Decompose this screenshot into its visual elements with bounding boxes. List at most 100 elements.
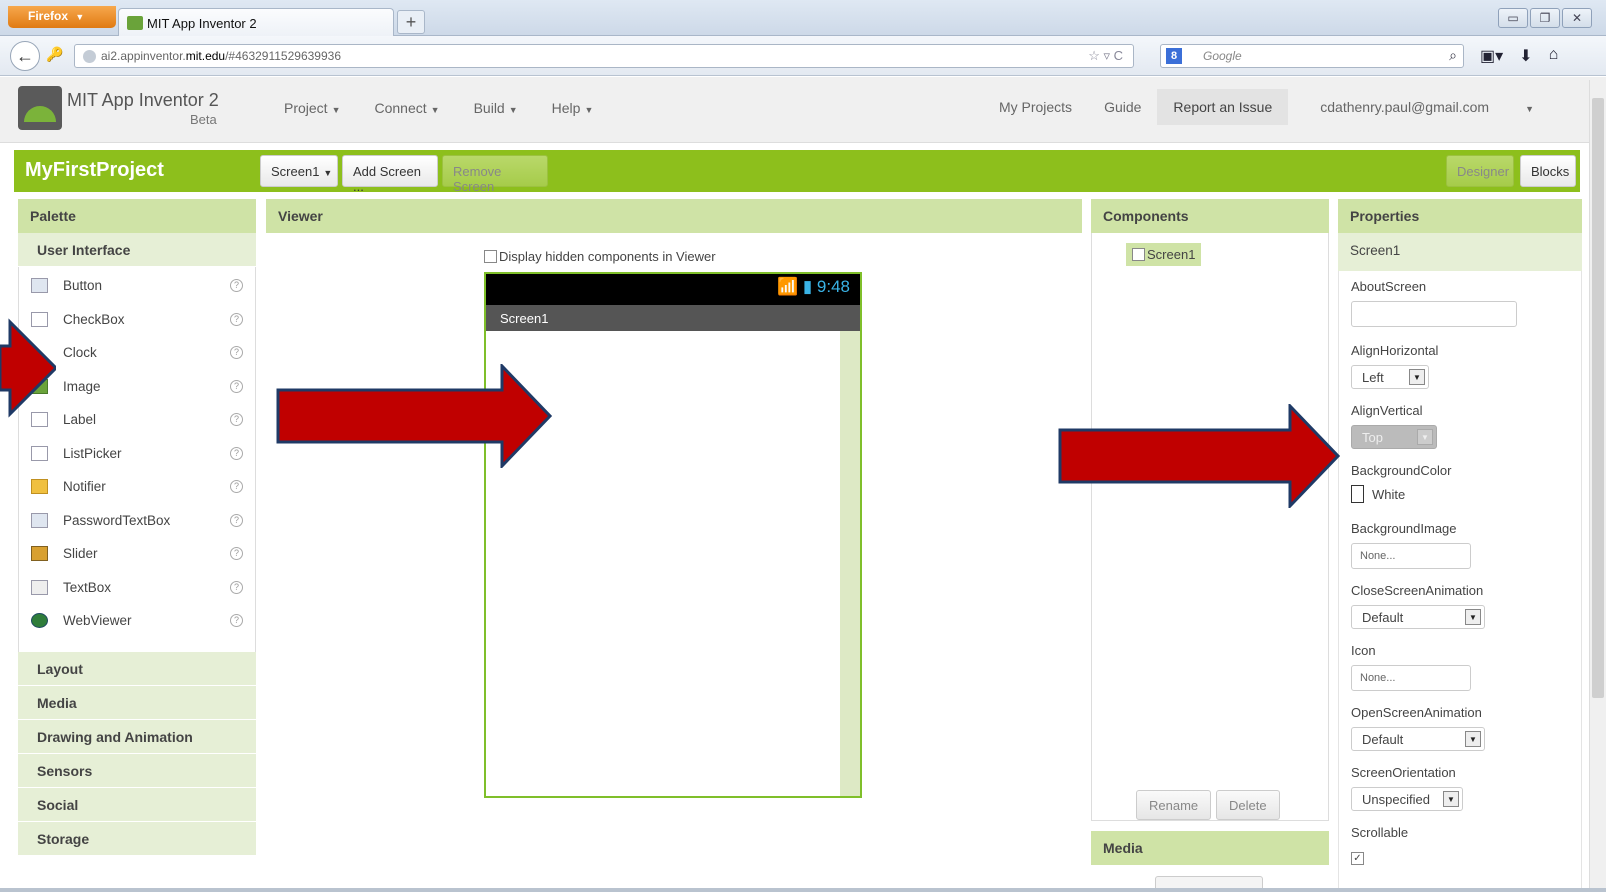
checkbox-icon[interactable] — [484, 250, 497, 263]
url-prefix: ai2.appinventor. — [101, 49, 186, 63]
help-icon[interactable]: ? — [230, 580, 243, 594]
palette-item-webviewer[interactable]: WebViewer? — [19, 604, 255, 638]
align-vertical-value: Top — [1362, 430, 1383, 445]
properties-list: AboutScreen AlignHorizontal Left ▼ AlignV… — [1338, 271, 1582, 892]
search-bar[interactable]: 8 Google ⌕ — [1160, 44, 1464, 68]
project-name: MyFirstProject — [25, 159, 164, 181]
close-screen-animation-select[interactable]: Default ▼ — [1351, 605, 1485, 629]
guide-link[interactable]: Guide — [1088, 89, 1157, 125]
home-icon[interactable]: ⌂ — [1549, 46, 1559, 66]
background-color-picker[interactable]: White — [1351, 485, 1405, 503]
palette-item-notifier[interactable]: Notifier? — [19, 470, 255, 504]
my-projects-link[interactable]: My Projects — [983, 89, 1088, 125]
help-icon[interactable]: ? — [230, 547, 243, 560]
menu-connect[interactable]: Connect ▼ — [375, 100, 440, 116]
delete-button[interactable]: Delete — [1216, 790, 1280, 820]
firefox-menu-button[interactable]: Firefox ▼ — [8, 6, 116, 28]
help-icon[interactable]: ? — [230, 379, 243, 393]
palette-item-slider[interactable]: Slider? — [19, 537, 255, 571]
palette-category-layout[interactable]: Layout — [18, 652, 256, 686]
remove-screen-button[interactable]: Remove Screen — [442, 155, 548, 194]
align-horizontal-value: Left — [1362, 370, 1384, 385]
help-icon[interactable]: ? — [230, 312, 243, 326]
red-arrow-left — [0, 318, 56, 418]
help-icon[interactable]: ? — [230, 513, 243, 527]
palette-category-drawing-and-animation[interactable]: Drawing and Animation — [18, 720, 256, 754]
menu-project[interactable]: Project ▼ — [284, 100, 341, 116]
close-icon[interactable]: ✕ — [1562, 8, 1592, 28]
rename-button[interactable]: Rename — [1136, 790, 1212, 820]
site-identity-icon[interactable]: 🔑 — [46, 46, 63, 63]
component-screen1[interactable]: Screen1 — [1126, 243, 1202, 266]
help-icon[interactable]: ? — [230, 346, 243, 359]
tab-title: MIT App Inventor 2 — [147, 16, 257, 31]
palette-category-user-interface[interactable]: User Interface — [18, 233, 256, 267]
page-scrollbar[interactable] — [1589, 80, 1606, 892]
palette-category-media[interactable]: Media — [18, 686, 256, 720]
palette-category-social[interactable]: Social — [18, 788, 256, 822]
wifi-signal-battery-icon: 📶 ▮ — [776, 277, 817, 296]
url-bar[interactable]: ai2.appinventor.mit.edu/#463291152963993… — [74, 44, 1134, 68]
back-arrow-icon[interactable]: ← — [10, 41, 40, 71]
screen-icon — [1132, 248, 1145, 261]
app-inventor-logo-icon[interactable] — [18, 86, 62, 130]
scrollbar-thumb[interactable] — [1592, 98, 1604, 698]
download-icon[interactable]: ⬇ — [1519, 46, 1532, 66]
palette-category-storage[interactable]: Storage — [18, 822, 256, 856]
search-placeholder: Google — [1203, 49, 1242, 63]
google-engine-icon[interactable]: 8 — [1166, 48, 1182, 64]
search-icon[interactable]: ⌕ — [1449, 47, 1457, 64]
help-icon[interactable]: ? — [230, 480, 243, 493]
palette-category-sensors[interactable]: Sensors — [18, 754, 256, 788]
browser-tab[interactable]: MIT App Inventor 2 — [118, 8, 394, 36]
viewer-body: Display hidden components in Viewer 📶 ▮ … — [266, 233, 1082, 831]
scrollable-checkbox[interactable]: ✓ — [1351, 852, 1364, 865]
screen-select-label: Screen1 — [271, 164, 320, 179]
about-screen-textarea[interactable] — [1351, 301, 1517, 327]
palette-item-label: ListPicker — [63, 445, 122, 461]
designer-button[interactable]: Designer — [1446, 155, 1514, 187]
new-tab-button[interactable]: + — [397, 10, 425, 34]
align-horizontal-select[interactable]: Left ▼ — [1351, 365, 1429, 389]
prop-background-color: BackgroundColor White — [1351, 463, 1451, 503]
prop-background-image: BackgroundImage None... — [1351, 521, 1471, 569]
help-icon[interactable]: ? — [230, 279, 243, 292]
viewer-panel: Viewer Display hidden components in View… — [266, 199, 1082, 831]
restore-icon[interactable]: ❐ — [1530, 8, 1560, 28]
open-screen-animation-select[interactable]: Default ▼ — [1351, 727, 1485, 751]
icon-picker[interactable]: None... — [1351, 665, 1471, 691]
header-links: My Projects Guide Report an Issue cdathe… — [983, 89, 1566, 125]
screen-orientation-value: Unspecified — [1362, 792, 1430, 807]
menu-help[interactable]: Help ▼ — [552, 100, 594, 116]
account-menu[interactable]: cdathenry.paul@gmail.com ▼ — [1288, 89, 1566, 125]
minimize-icon[interactable]: ▭ — [1498, 8, 1528, 28]
blocks-button[interactable]: Blocks — [1520, 155, 1576, 187]
app-beta-label: Beta — [190, 112, 217, 127]
prop-scrollable-label: Scrollable — [1351, 825, 1409, 840]
report-issue-link[interactable]: Report an Issue — [1157, 89, 1289, 125]
prop-about-screen-label: AboutScreen — [1351, 279, 1427, 294]
phone-preview[interactable]: 📶 ▮ 9:48 Screen1 — [484, 272, 862, 798]
help-icon[interactable]: ? — [230, 614, 243, 627]
add-screen-button[interactable]: Add Screen ... — [342, 155, 438, 194]
menu-build[interactable]: Build ▼ — [474, 100, 518, 116]
bookmark-star-icon[interactable]: ☆ ▿ C — [1088, 48, 1123, 64]
phone-title-bar: Screen1 — [486, 305, 860, 331]
palette-title: Palette — [18, 199, 256, 233]
palette-item-passwordtextbox[interactable]: PasswordTextBox? — [19, 504, 255, 538]
screen-orientation-select[interactable]: Unspecified ▼ — [1351, 787, 1463, 811]
display-hidden-components-checkbox[interactable]: Display hidden components in Viewer — [484, 249, 716, 264]
chevron-down-icon: ▼ — [323, 168, 333, 178]
palette-item-label: CheckBox — [63, 311, 125, 327]
background-image-picker[interactable]: None... — [1351, 543, 1471, 569]
bookmarks-icon[interactable]: ▣▾ — [1480, 46, 1503, 66]
help-icon[interactable]: ? — [230, 413, 243, 426]
globe-icon — [31, 613, 48, 628]
open-screen-animation-value: Default — [1362, 732, 1404, 747]
palette-item-textbox[interactable]: TextBox? — [19, 571, 255, 605]
app-title: MIT App Inventor 2 — [67, 90, 219, 110]
palette-item-button[interactable]: Button? — [19, 269, 255, 303]
screen-select-button[interactable]: Screen1 ▼ — [260, 155, 338, 187]
palette-item-listpicker[interactable]: ListPicker? — [19, 437, 255, 471]
help-icon[interactable]: ? — [230, 446, 243, 460]
